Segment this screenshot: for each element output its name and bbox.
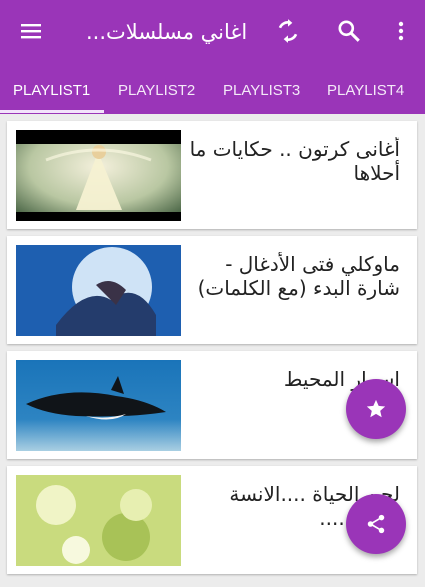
menu-icon[interactable]	[16, 16, 46, 46]
app-bar: اغاني مسلسلات...	[0, 0, 425, 64]
refresh-icon[interactable]	[273, 16, 303, 46]
search-icon[interactable]	[334, 16, 364, 46]
share-fab[interactable]	[346, 494, 406, 554]
tab-playlist2[interactable]: PLAYLIST2	[118, 80, 195, 102]
tab-playlist4[interactable]: PLAYLIST4	[327, 80, 404, 102]
app-title: اغاني مسلسلات...	[86, 20, 248, 44]
video-title: أغانى كرتون .. حكايات ما أحلاها	[189, 137, 400, 185]
tab-playlist3[interactable]: PLAYLIST3	[223, 80, 300, 102]
video-card[interactable]: أغانى كرتون .. حكايات ما أحلاها	[7, 121, 417, 229]
star-icon	[366, 399, 386, 418]
video-thumbnail	[16, 360, 181, 451]
playlist-tabs: PLAYLIST1 PLAYLIST2 PLAYLIST3 PLAYLIST4	[0, 64, 425, 114]
video-title: ماوكلي فتى الأدغال - شارة البدء (مع الكل…	[197, 252, 400, 300]
share-icon	[367, 514, 385, 534]
tab-indicator	[0, 110, 104, 113]
video-thumbnail	[16, 245, 181, 336]
favorite-fab[interactable]	[346, 379, 406, 439]
video-thumbnail	[16, 130, 181, 221]
video-card[interactable]: ماوكلي فتى الأدغال - شارة البدء (مع الكل…	[7, 236, 417, 344]
more-vert-icon[interactable]	[386, 16, 416, 46]
video-thumbnail	[16, 475, 181, 566]
tab-playlist1[interactable]: PLAYLIST1	[13, 80, 90, 102]
